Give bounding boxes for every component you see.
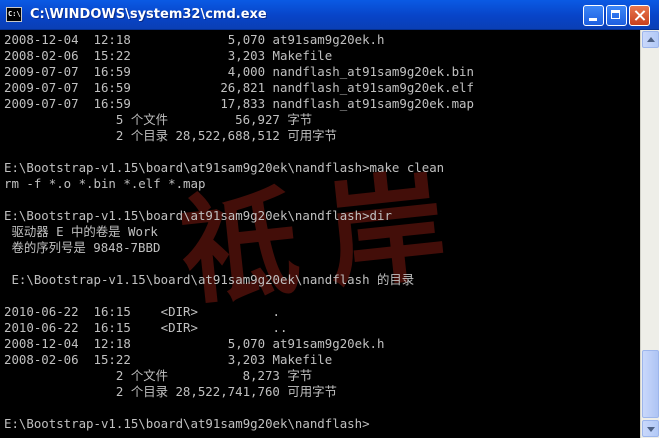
console-line: rm -f *.o *.bin *.elf *.map — [4, 176, 206, 191]
console-line: 卷的序列号是 9848-7BBD — [4, 240, 161, 255]
vertical-scrollbar[interactable] — [640, 30, 659, 438]
console-line: 2008-12-04 12:18 5,070 at91sam9g20ek.h — [4, 32, 385, 47]
console-line: 2008-02-06 15:22 3,203 Makefile — [4, 352, 333, 367]
console-line: 2 个目录 28,522,688,512 可用字节 — [4, 128, 337, 143]
console-line: E:\Bootstrap-v1.15\board\at91sam9g20ek\n… — [4, 208, 392, 223]
console-line: 2010-06-22 16:15 <DIR> .. — [4, 320, 288, 335]
console-line: 驱动器 E 中的卷是 Work — [4, 224, 158, 239]
close-button[interactable] — [629, 5, 650, 26]
scroll-thumb[interactable] — [642, 350, 659, 418]
scroll-up-button[interactable] — [642, 31, 659, 48]
console-line: 2009-07-07 16:59 26,821 nandflash_at91sa… — [4, 80, 474, 95]
maximize-button[interactable] — [606, 5, 627, 26]
console-line: 2009-07-07 16:59 17,833 nandflash_at91sa… — [4, 96, 474, 111]
console-line: E:\Bootstrap-v1.15\board\at91sam9g20ek\n… — [4, 416, 370, 431]
console-line: 2 个目录 28,522,741,760 可用字节 — [4, 384, 337, 399]
console-line: 2009-07-07 16:59 4,000 nandflash_at91sam… — [4, 64, 474, 79]
console-line: 2008-02-06 15:22 3,203 Makefile — [4, 48, 333, 63]
console-line: 2 个文件 8,273 字节 — [4, 368, 313, 383]
console-line: E:\Bootstrap-v1.15\board\at91sam9g20ek\n… — [4, 272, 415, 287]
minimize-button[interactable] — [583, 5, 604, 26]
console-output[interactable]: 祗 岸 2008-12-04 12:18 5,070 at91sam9g20ek… — [0, 30, 640, 438]
console-line: 2008-12-04 12:18 5,070 at91sam9g20ek.h — [4, 336, 385, 351]
console-line: 2010-06-22 16:15 <DIR> . — [4, 304, 281, 319]
cmd-window: C:\ C:\WINDOWS\system32\cmd.exe 祗 岸 2008… — [0, 0, 659, 438]
console-line: 5 个文件 56,927 字节 — [4, 112, 313, 127]
scroll-down-button[interactable] — [642, 420, 659, 437]
cmd-app-icon[interactable]: C:\ — [6, 7, 22, 22]
window-title: C:\WINDOWS\system32\cmd.exe — [30, 7, 267, 22]
title-bar[interactable]: C:\ C:\WINDOWS\system32\cmd.exe — [0, 0, 659, 30]
console-line: E:\Bootstrap-v1.15\board\at91sam9g20ek\n… — [4, 160, 445, 175]
